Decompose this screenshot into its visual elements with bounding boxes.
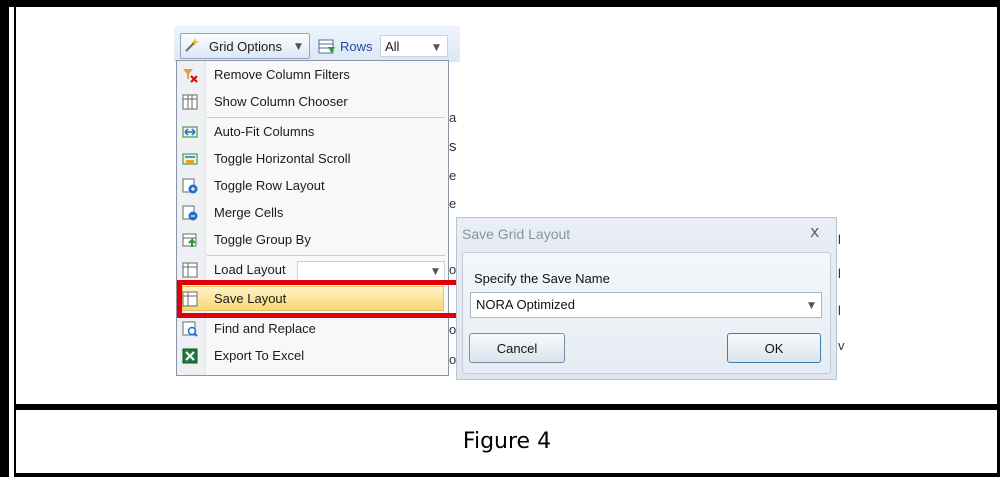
menu-item-label: Toggle Horizontal Scroll [214, 151, 351, 166]
menu-item-label: Toggle Row Layout [214, 178, 325, 193]
menu-item-toggle-group-by[interactable]: Toggle Group By [177, 227, 448, 254]
menu-item-label: Merge Cells [214, 205, 284, 220]
menu-item-export-to-excel[interactable]: Export To Excel [177, 343, 448, 370]
rows-label: Rows [340, 39, 373, 54]
dialog-title: Save Grid Layout [462, 226, 571, 242]
menu-separator [207, 255, 445, 256]
grid-cell-fragment: v [838, 338, 845, 353]
save-name-value: NORA Optimized [476, 297, 575, 312]
rows-select-value: All [385, 39, 400, 54]
remove-filter-icon [182, 67, 198, 83]
chevron-down-icon: ▼ [808, 301, 815, 311]
figure-frame-top [0, 0, 1000, 7]
menu-item-auto-fit-columns[interactable]: Auto-Fit Columns [177, 119, 448, 146]
menu-item-label: Export To Excel [214, 348, 305, 363]
menu-item-toggle-horizontal-scroll[interactable]: Toggle Horizontal Scroll [177, 146, 448, 173]
figure-caption: Figure 4 [462, 429, 552, 454]
menu-item-merge-cells[interactable]: Merge Cells [177, 200, 448, 227]
grid-cell-fragment: a [449, 110, 457, 125]
menu-item-label: Load Layout [214, 262, 286, 277]
menu-item-label: Show Column Chooser [214, 94, 348, 109]
grid-cell-fragment: s [449, 138, 457, 155]
cancel-button[interactable]: Cancel [469, 333, 565, 363]
menu-item-label: Toggle Group By [214, 232, 311, 247]
menu-item-label: Auto-Fit Columns [214, 124, 315, 139]
row-layout-icon [182, 178, 198, 194]
callout-highlight-box [177, 280, 465, 318]
rows-icon [318, 38, 336, 56]
menu-separator [207, 117, 445, 118]
grid-options-label: Grid Options [209, 39, 282, 54]
figure-frame-bottom [14, 473, 1000, 477]
grid-cell-fragment: e [449, 168, 457, 183]
chevron-down-icon: ▼ [432, 267, 439, 277]
find-replace-icon [182, 321, 198, 337]
menu-item-label: Find and Replace [214, 321, 316, 336]
grid-cell-fragment: l [838, 232, 841, 247]
save-name-label: Specify the Save Name [474, 271, 610, 286]
grid-options-button[interactable]: Grid Options ▼ [180, 33, 310, 59]
horizontal-scroll-icon [182, 151, 198, 167]
grid-cell-fragment: e [449, 196, 457, 211]
autofit-icon [182, 124, 198, 140]
menu-item-show-column-chooser[interactable]: Show Column Chooser [177, 89, 448, 116]
chevron-down-icon: ▼ [295, 42, 302, 52]
group-by-icon [182, 232, 198, 248]
wand-icon [184, 37, 200, 53]
grid-cell-fragment: l [838, 303, 841, 318]
rows-select[interactable]: All ▼ [380, 35, 448, 57]
menu-item-toggle-row-layout[interactable]: Toggle Row Layout [177, 173, 448, 200]
chevron-down-icon: ▼ [433, 43, 440, 53]
column-chooser-icon [182, 94, 198, 110]
close-icon[interactable]: x [810, 222, 819, 241]
load-layout-select[interactable]: ▼ [297, 261, 445, 281]
menu-item-label: Remove Column Filters [214, 67, 350, 82]
merge-cells-icon [182, 205, 198, 221]
load-layout-icon [182, 262, 198, 278]
grid-cell-fragment: l [838, 266, 841, 281]
figure-frame-left [0, 0, 9, 477]
ok-button[interactable]: OK [727, 333, 821, 363]
excel-icon [182, 348, 198, 364]
menu-item-remove-column-filters[interactable]: Remove Column Filters [177, 62, 448, 89]
menu-item-find-and-replace[interactable]: Find and Replace [177, 316, 448, 343]
